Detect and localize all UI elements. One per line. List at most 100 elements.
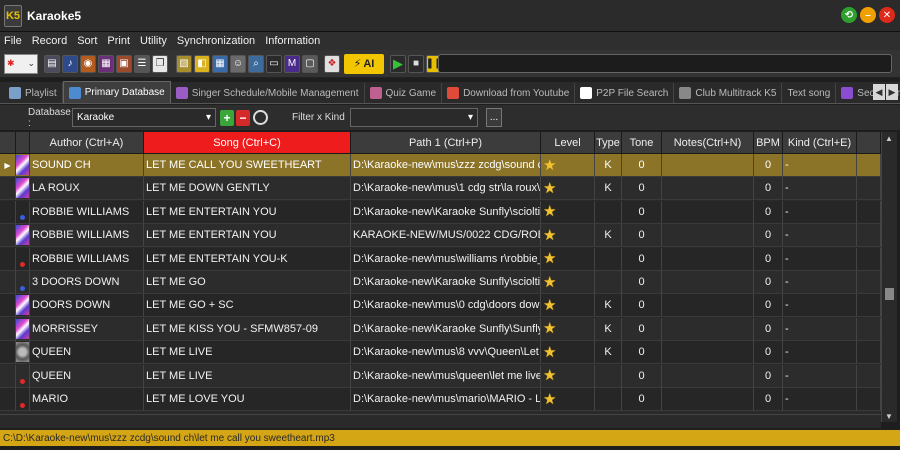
cell-tone: 0	[622, 294, 662, 318]
menu-utility[interactable]: Utility	[140, 35, 167, 47]
star-icon[interactable]: ★	[543, 228, 556, 243]
table-row[interactable]: ROBBIE WILLIAMS LET ME ENTERTAIN YOU-K D:\…	[0, 247, 881, 271]
star-icon[interactable]: ★	[543, 321, 556, 336]
filter-kind-dropdown[interactable]: ▾	[350, 108, 478, 127]
remove-button[interactable]: −	[236, 109, 250, 126]
table-row[interactable]: LA ROUX LET ME DOWN GENTLY D:\Karaoke-new\…	[0, 177, 881, 201]
star-icon[interactable]: ★	[543, 275, 556, 290]
more-button[interactable]: ...	[486, 108, 502, 127]
grid-icon[interactable]: ▦	[212, 54, 228, 73]
header-level[interactable]: Level	[541, 132, 595, 154]
scrollbar-thumb[interactable]	[885, 288, 894, 300]
ghost-icon[interactable]: ❖	[324, 54, 340, 73]
star-icon[interactable]: ★	[543, 392, 556, 407]
tab-scroll-right-icon[interactable]: ▶	[886, 84, 898, 100]
screen-icon[interactable]: ▢	[302, 54, 318, 73]
ai-button[interactable]: ⚡ AI	[344, 53, 384, 74]
tab-singer-schedule[interactable]: Singer Schedule/Mobile Management	[171, 83, 365, 103]
file-icon[interactable]: ▤	[44, 54, 60, 73]
menu-record[interactable]: Record	[32, 35, 67, 47]
table-row[interactable]: DOORS DOWN LET ME GO + SC D:\Karaoke-new\m…	[0, 294, 881, 318]
star-icon[interactable]: ★	[543, 298, 556, 313]
cell-notes	[662, 271, 754, 294]
tab-text-song[interactable]: Text song	[782, 83, 837, 103]
table-row[interactable]: MARIO LET ME LOVE YOU D:\Karaoke-new\mus\m…	[0, 388, 881, 411]
header-song[interactable]: Song (Ctrl+C)	[144, 132, 351, 154]
header-type[interactable]: Type	[595, 132, 622, 154]
table-row[interactable]: ROBBIE WILLIAMS LET ME ENTERTAIN YOU D:\Ka…	[0, 200, 881, 224]
lightning-icon: ⚡	[353, 58, 362, 70]
header-bpm[interactable]: BPM	[754, 132, 783, 154]
tab-primary-database[interactable]: Primary Database	[62, 81, 171, 103]
table-row[interactable]: MORRISSEY LET ME KISS YOU - SFMW857-09 D:\…	[0, 317, 881, 341]
app-logo-icon: K5	[4, 4, 22, 27]
cell-notes	[662, 200, 754, 224]
cell-notes	[662, 341, 754, 365]
monitor-icon[interactable]: ▭	[266, 54, 282, 73]
scroll-up-icon[interactable]: ▲	[882, 132, 896, 144]
scroll-down-icon[interactable]: ▼	[882, 410, 896, 422]
menu-information[interactable]: Information	[265, 35, 320, 47]
horizontal-scrollbar[interactable]	[0, 414, 881, 428]
close-icon[interactable]: ✕	[879, 7, 895, 23]
table-row[interactable]: ROBBIE WILLIAMS LET ME ENTERTAIN YOU KARAO…	[0, 224, 881, 248]
status-dot-icon	[20, 379, 25, 385]
header-kind[interactable]: Kind (Ctrl+E)	[783, 132, 857, 154]
vertical-scrollbar[interactable]: ▲ ▼	[881, 132, 897, 422]
tab-p2p-file-search[interactable]: P2P File Search	[575, 83, 675, 103]
disc-icon[interactable]: ◉	[80, 54, 96, 73]
star-icon[interactable]: ★	[543, 204, 556, 219]
header-tone[interactable]: Tone	[622, 132, 662, 154]
tab-download-youtube[interactable]: Download from Youtube	[442, 83, 576, 103]
cell-kind: -	[783, 364, 857, 388]
cell-type	[595, 364, 622, 388]
menu-synchronization[interactable]: Synchronization	[177, 35, 255, 47]
header-author[interactable]: Author (Ctrl+A)	[30, 132, 144, 154]
album-icon[interactable]: ▦	[98, 54, 114, 73]
tab-club-multitrack[interactable]: Club Multitrack K5	[674, 83, 783, 103]
row-thumb	[16, 341, 30, 365]
cell-bpm: 0	[754, 294, 783, 318]
add-button[interactable]: +	[220, 109, 234, 126]
table-row[interactable]: 3 DOORS DOWN LET ME GO D:\Karaoke-new\Kara…	[0, 271, 881, 294]
header-path[interactable]: Path 1 (Ctrl+P)	[351, 132, 541, 154]
yellow-card-icon[interactable]: ◧	[194, 54, 210, 73]
table-row[interactable]: QUEEN LET ME LIVE D:\Karaoke-new\mus\queen…	[0, 364, 881, 388]
minimize-icon[interactable]: –	[860, 7, 876, 23]
menu-file[interactable]: File	[4, 35, 22, 47]
tab-quiz-game[interactable]: Quiz Game	[365, 83, 443, 103]
menu-print[interactable]: Print	[107, 35, 130, 47]
music-note-icon[interactable]: ♪	[62, 54, 78, 73]
restore-icon[interactable]: ⟲	[841, 7, 857, 23]
cell-song: LET ME GO + SC	[144, 294, 351, 318]
star-icon[interactable]: ★	[543, 368, 556, 383]
search-input[interactable]	[438, 54, 892, 73]
stop-icon[interactable]: ■	[408, 54, 424, 73]
tab-scroll-left-icon[interactable]: ◀	[873, 84, 885, 100]
circle-icon[interactable]	[253, 110, 268, 125]
star-icon[interactable]: ★	[543, 251, 556, 266]
magnifier-icon[interactable]: ⌕	[248, 54, 264, 73]
play-icon[interactable]: ▶	[390, 54, 406, 73]
cell-bpm: 0	[754, 364, 783, 388]
m-icon[interactable]: M	[284, 54, 300, 73]
cards-icon[interactable]: ▣	[116, 54, 132, 73]
star-icon[interactable]: ★	[543, 181, 556, 196]
list-icon[interactable]: ☰	[134, 54, 150, 73]
table-row[interactable]: ▶ SOUND CH LET ME CALL YOU SWEETHEART D:\Ka…	[0, 154, 881, 177]
language-dropdown[interactable]: ✱ ⌄	[4, 53, 38, 74]
star-icon[interactable]: ★	[543, 158, 556, 173]
cell-bpm: 0	[754, 317, 783, 341]
person-icon[interactable]: ☺	[230, 54, 246, 73]
tab-playlist[interactable]: Playlist	[4, 83, 63, 103]
cell-type	[595, 200, 622, 224]
star-icon[interactable]: ★	[543, 345, 556, 360]
table-row[interactable]: QUEEN LET ME LIVE D:\Karaoke-new\mus\8 vvv…	[0, 341, 881, 365]
menu-sort[interactable]: Sort	[77, 35, 97, 47]
header-notes[interactable]: Notes(Ctrl+N)	[662, 132, 754, 154]
database-dropdown[interactable]: Karaoke ▾	[72, 108, 216, 127]
copy-icon[interactable]: ❐	[152, 54, 168, 73]
row-indicator	[0, 200, 16, 224]
image-icon[interactable]: ▧	[176, 54, 192, 73]
cell-path: D:\Karaoke-new\mus\queen\let me live.mi	[351, 364, 541, 388]
